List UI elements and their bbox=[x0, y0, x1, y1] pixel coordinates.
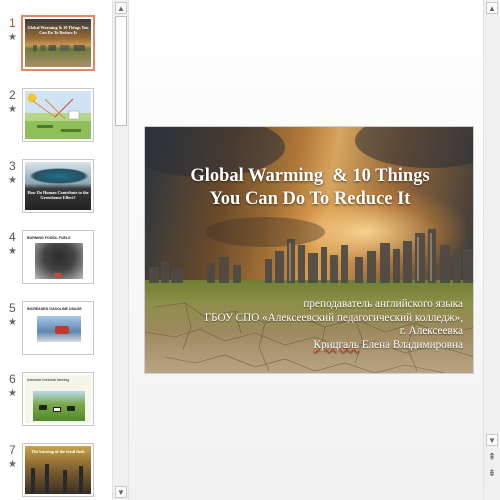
slide-title[interactable]: Global Warming & 10 Things You Can Do To… bbox=[145, 165, 473, 211]
slide-thumbnail-6[interactable]: 6 ★ Intensive livestock farming bbox=[0, 372, 112, 436]
slide-thumbnail-2[interactable]: 2 ★ bbox=[0, 88, 112, 152]
animation-star-icon: ★ bbox=[8, 175, 17, 186]
subtitle-line-3: г. Алексеевка bbox=[399, 325, 463, 337]
subtitle-line-4: Крицгаль Елена Владимировна bbox=[205, 339, 463, 353]
subtitle-line-2: ГБОУ СПО «Алексеевский педагогический ко… bbox=[204, 311, 463, 324]
slide-number: 2 bbox=[9, 88, 16, 102]
thumbnail-title: The burning of the fossil fuels bbox=[31, 449, 85, 454]
thumbnail-frame: Intensive livestock farming bbox=[22, 372, 94, 426]
thumbnail-title: INCREASED GASOLINE USAGE bbox=[27, 307, 82, 311]
slide-thumbnail-7[interactable]: 7 ★ The burning of the fossil fuels bbox=[0, 443, 112, 500]
next-slide-button[interactable]: ⇟ bbox=[486, 468, 498, 480]
thumbnail-frame bbox=[22, 88, 94, 142]
slide-scrollbar[interactable]: ▲ ▼ ⇞ ⇟ bbox=[483, 0, 500, 500]
powerpoint-window: 1 ★ Global Warming & 10 Things You Can D… bbox=[0, 0, 500, 500]
slide-thumbnail-5[interactable]: 5 ★ INCREASED GASOLINE USAGE bbox=[0, 301, 112, 365]
thumbnail-frame: BURNING FOSSIL FUELS bbox=[22, 230, 94, 284]
title-line-1: Global Warming & 10 Things bbox=[190, 166, 430, 186]
animation-star-icon: ★ bbox=[8, 459, 17, 470]
slide-thumbnail-1[interactable]: 1 ★ Global Warming & 10 Things You Can D… bbox=[0, 15, 112, 80]
scrollbar-thumb[interactable] bbox=[115, 16, 127, 126]
slide-number: 3 bbox=[9, 159, 16, 173]
slides-thumbnail-pane: 1 ★ Global Warming & 10 Things You Can D… bbox=[0, 0, 112, 500]
previous-slide-button[interactable]: ⇞ bbox=[486, 452, 498, 464]
title-line-2: You Can Do To Reduce It bbox=[209, 189, 411, 209]
scroll-up-button[interactable]: ▲ bbox=[115, 2, 127, 14]
slide-thumbnail-4[interactable]: 4 ★ BURNING FOSSIL FUELS bbox=[0, 230, 112, 294]
slide-number: 5 bbox=[9, 301, 16, 315]
slide-thumbnail-3[interactable]: 3 ★ How Do Human Contribute to the Green… bbox=[0, 159, 112, 223]
animation-star-icon: ★ bbox=[8, 104, 17, 115]
slide-number: 4 bbox=[9, 230, 16, 244]
slide-subtitle[interactable]: преподаватель английского языка ГБОУ СПО… bbox=[205, 298, 463, 352]
scroll-down-button[interactable]: ▼ bbox=[486, 434, 498, 446]
author-name: Елена Владимировна bbox=[358, 338, 463, 351]
thumbnail-title: Intensive livestock farming bbox=[27, 378, 70, 382]
animation-star-icon: ★ bbox=[8, 388, 17, 399]
subtitle-line-1: преподаватель английского языка bbox=[303, 298, 463, 310]
spellcheck-underlined-word: Крицгаль bbox=[313, 338, 359, 351]
scroll-down-button[interactable]: ▼ bbox=[115, 486, 127, 498]
slide-number: 7 bbox=[9, 443, 16, 457]
thumbnail-title: How Do Human Contribute to the Greenhous… bbox=[27, 190, 89, 200]
animation-star-icon: ★ bbox=[8, 317, 17, 328]
slide-number: 6 bbox=[9, 372, 16, 386]
current-slide[interactable]: Global Warming & 10 Things You Can Do To… bbox=[144, 126, 474, 374]
greenhouse-diagram-thumbnail bbox=[25, 91, 91, 139]
animation-star-icon: ★ bbox=[8, 32, 17, 43]
thumbnail-frame: How Do Human Contribute to the Greenhous… bbox=[22, 159, 94, 213]
animation-star-icon: ★ bbox=[8, 246, 17, 257]
thumbnail-frame: Global Warming & 10 Things You Can Do To… bbox=[21, 15, 95, 71]
scroll-up-button[interactable]: ▲ bbox=[486, 2, 498, 14]
slide-number: 1 bbox=[9, 16, 16, 30]
thumbnail-frame: The burning of the fossil fuels bbox=[22, 443, 94, 497]
thumbnail-scrollbar[interactable]: ▲ ▼ bbox=[112, 0, 129, 500]
thumbnail-title: BURNING FOSSIL FUELS bbox=[27, 236, 71, 240]
thumbnail-frame: INCREASED GASOLINE USAGE bbox=[22, 301, 94, 355]
thumbnail-title: Global Warming & 10 Things You Can Do To… bbox=[27, 25, 89, 35]
